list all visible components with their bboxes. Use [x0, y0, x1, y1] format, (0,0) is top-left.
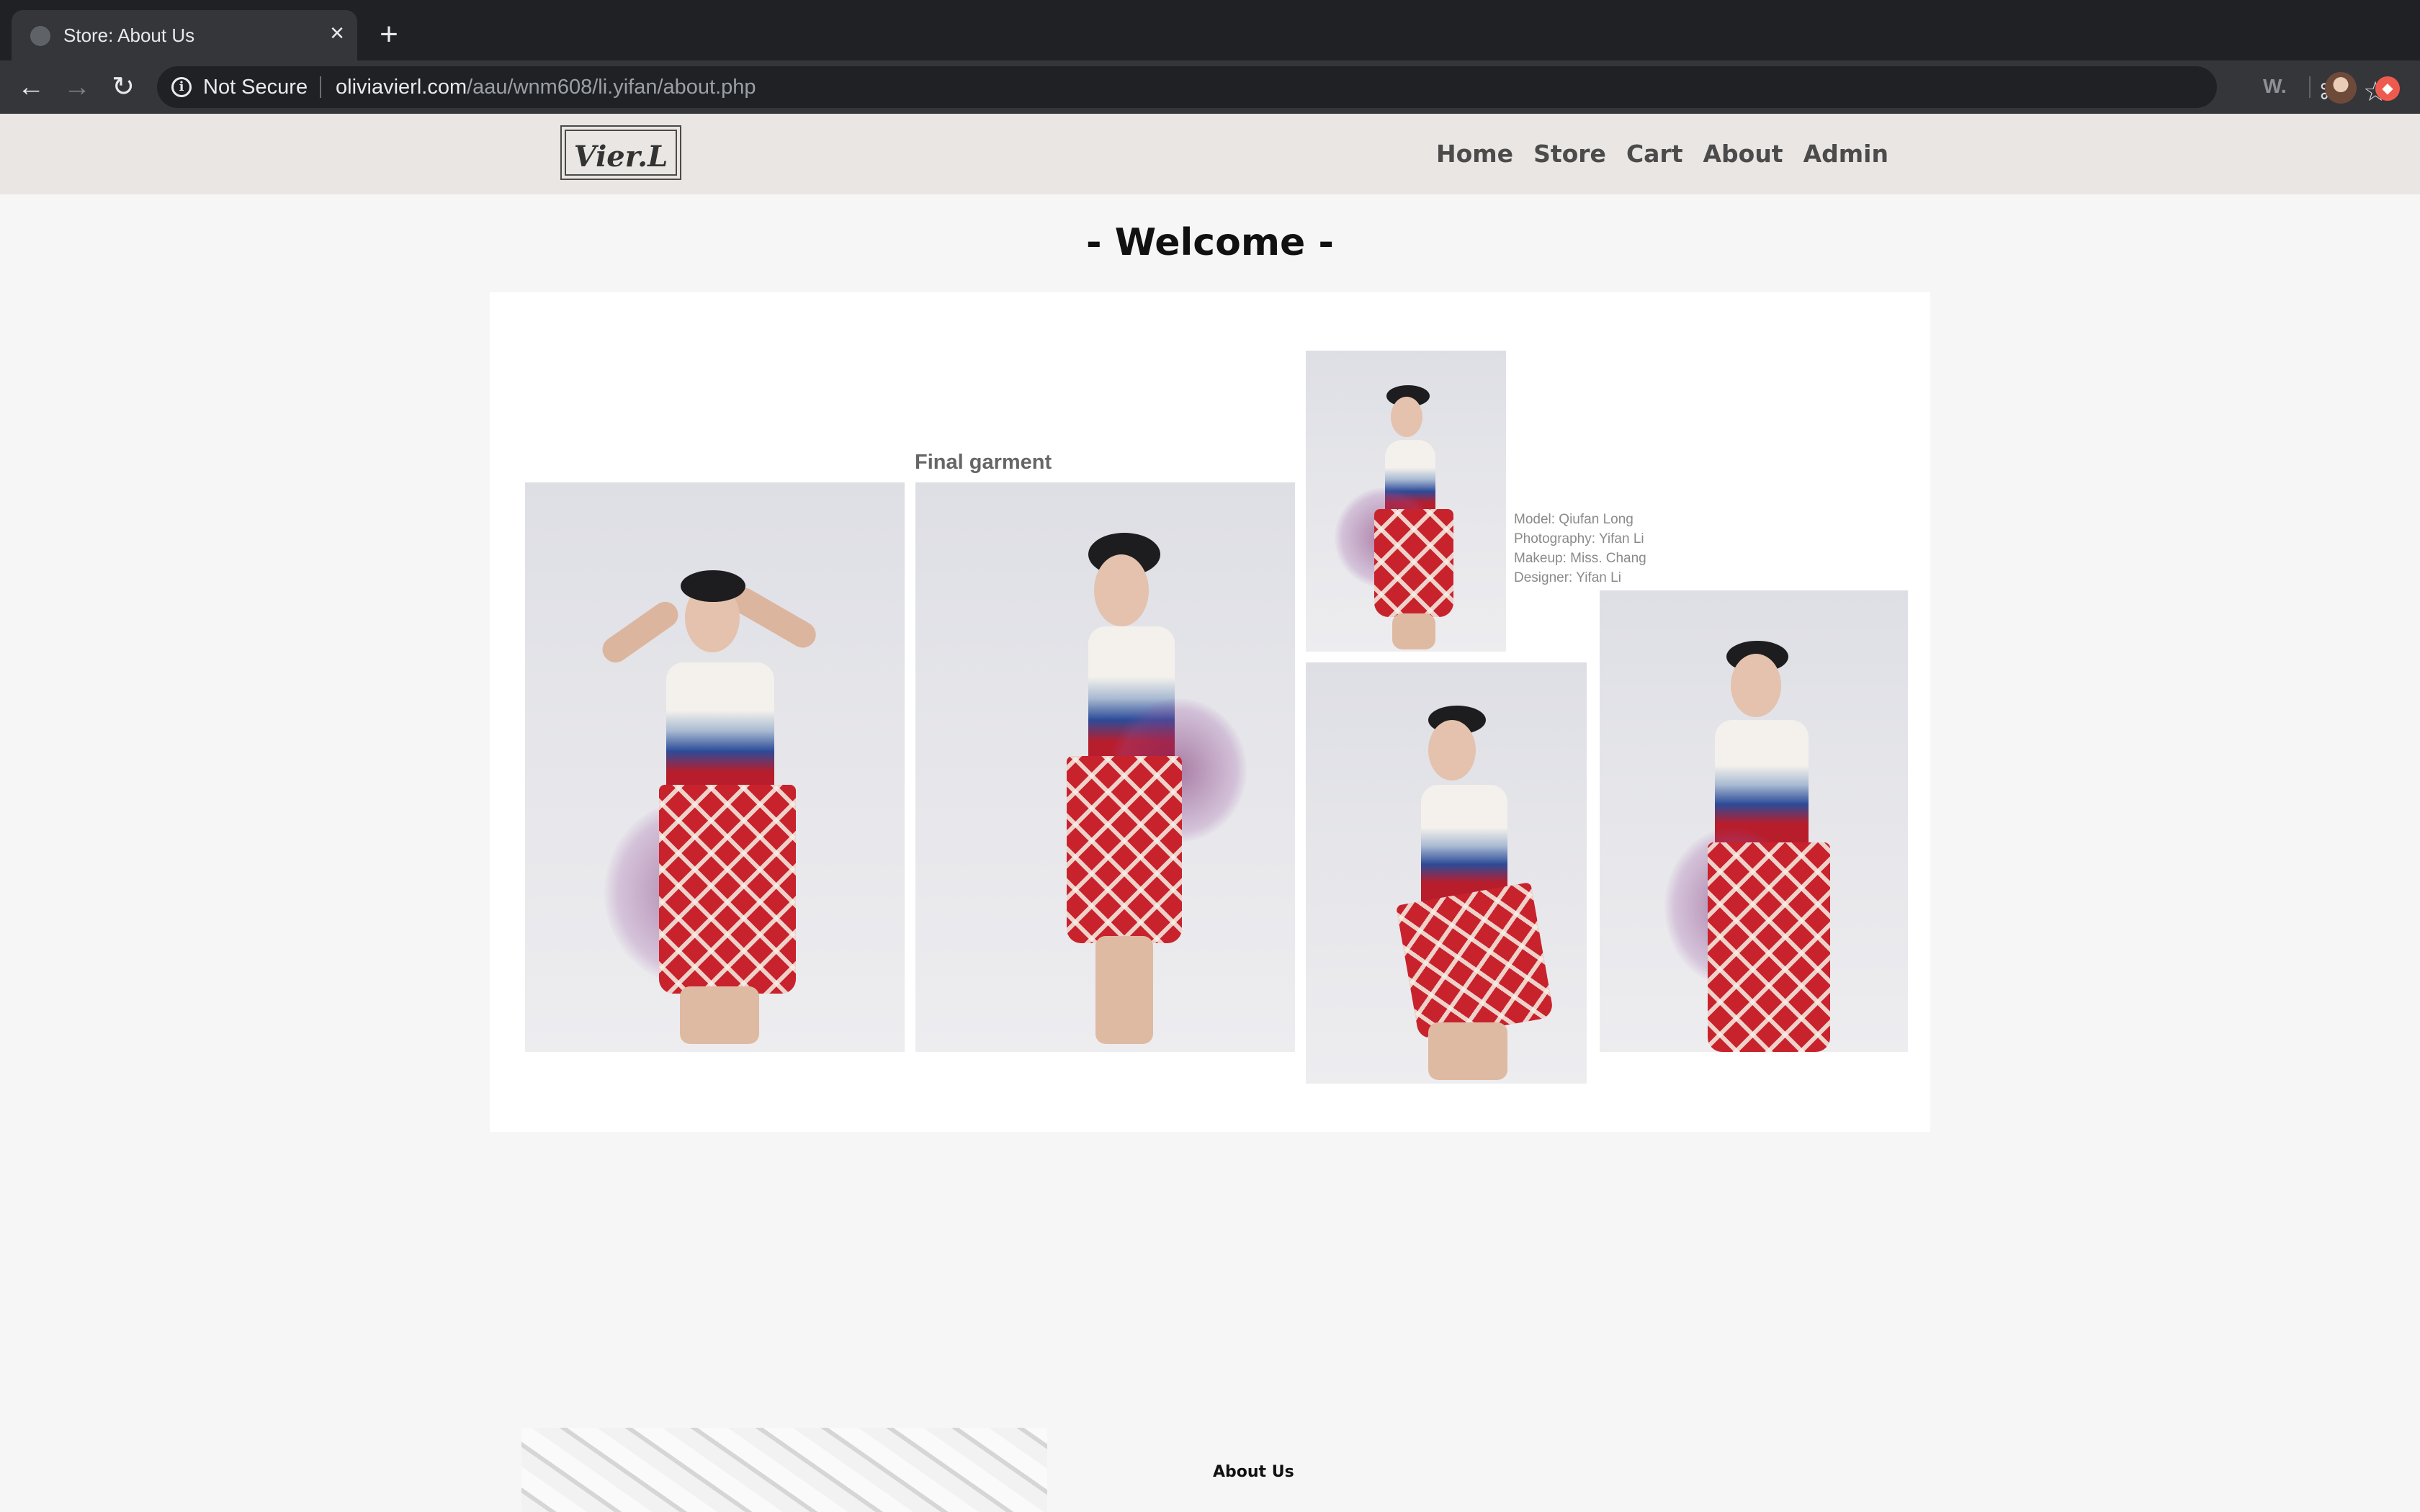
security-label[interactable]: Not Secure: [203, 75, 308, 99]
browser-tab[interactable]: Store: About Us ×: [12, 10, 357, 60]
browser-tab-strip: Store: About Us × +: [0, 0, 2420, 60]
credit-makeup: Makeup: Miss. Chang: [1514, 551, 1646, 566]
credit-designer: Designer: Yifan Li: [1514, 570, 1621, 585]
photo-credits: Model: Qiufan Long Photography: Yifan Li…: [1514, 510, 1646, 588]
garment-photo-standing: [1600, 590, 1908, 1052]
nav-home[interactable]: Home: [1436, 132, 1513, 176]
nav-about[interactable]: About: [1703, 132, 1783, 176]
browser-toolbar: ← → ↻ i Not Secure oliviavierl.com/aau/w…: [0, 60, 2420, 114]
url-host: oliviavierl.com: [336, 76, 467, 99]
nav-cart[interactable]: Cart: [1626, 132, 1683, 176]
forward-icon[interactable]: →: [59, 69, 95, 105]
site-header: Vier.L Home Store Cart About Admin: [0, 114, 2420, 194]
reload-icon[interactable]: ↻: [105, 69, 141, 105]
logo-text: Vier.L: [573, 140, 668, 174]
welcome-heading: - Welcome -: [1086, 221, 1334, 264]
close-tab-icon[interactable]: ×: [324, 20, 350, 46]
extension-icon[interactable]: W.: [2263, 73, 2287, 99]
site-logo[interactable]: Vier.L: [560, 125, 681, 180]
url-text[interactable]: oliviavierl.com/aau/wnm608/li.yifan/abou…: [336, 75, 756, 99]
extension-badge-icon[interactable]: ◆: [2375, 76, 2400, 101]
credit-model: Model: Qiufan Long: [1514, 512, 1634, 527]
credit-photography: Photography: Yifan Li: [1514, 531, 1644, 546]
url-path: /aau/wnm608/li.yifan/about.php: [467, 76, 756, 99]
new-tab-button[interactable]: +: [372, 17, 406, 52]
garment-photo-skirt-hold: [1306, 351, 1506, 652]
toolbar-divider: [2309, 76, 2311, 98]
profile-avatar[interactable]: [2325, 72, 2357, 104]
address-divider: [320, 76, 321, 98]
logo-frame: Vier.L: [565, 130, 677, 176]
back-icon[interactable]: ←: [13, 69, 49, 105]
garment-photo-front: [525, 482, 905, 1052]
tab-title: Store: About Us: [63, 24, 195, 46]
nav-admin[interactable]: Admin: [1803, 132, 1888, 176]
info-icon[interactable]: i: [171, 77, 192, 97]
address-bar[interactable]: i Not Secure oliviavierl.com/aau/wnm608/…: [157, 66, 2388, 108]
gallery-caption: Final garment: [915, 451, 1052, 474]
main-nav: Home Store Cart About Admin: [1436, 132, 1888, 176]
garment-photo-side: [915, 482, 1295, 1052]
nav-store[interactable]: Store: [1533, 132, 1606, 176]
about-us-heading: About Us: [1213, 1463, 1294, 1481]
globe-icon: [30, 26, 50, 46]
garment-photo-crouch: [1306, 662, 1587, 1084]
about-texture-image: [521, 1428, 1047, 1512]
